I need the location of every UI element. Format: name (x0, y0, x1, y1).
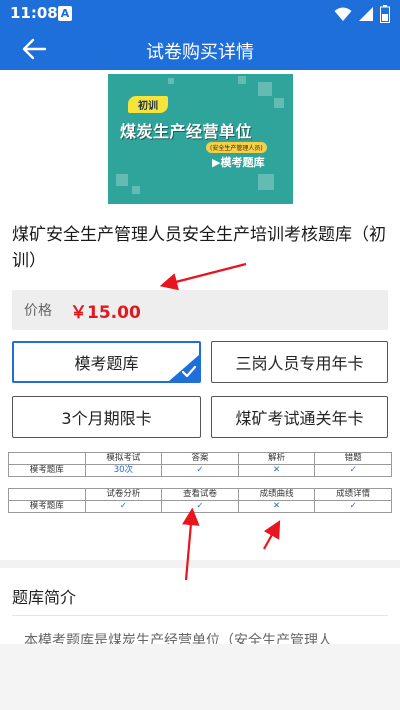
feature-table-1: 模拟考试 答案 解析 错题 模考题库 30次 ✓ ✕ ✓ (8, 452, 392, 477)
option-three-post-annual-card[interactable]: 三岗人员专用年卡 (211, 341, 388, 383)
battery-icon (380, 5, 390, 23)
cover-tag: 初训 (128, 96, 168, 113)
table-header-row: 试卷分析 查看试卷 成绩曲线 成绩详情 (8, 488, 392, 501)
bottom-panel (0, 644, 400, 710)
option-label: 三岗人员专用年卡 (235, 354, 364, 373)
cross-icon: ✕ (237, 500, 316, 513)
table-header-cell (8, 488, 86, 501)
table-row: 模考题库 ✓ ✓ ✕ ✓ (8, 500, 392, 513)
price-label: 价格 (24, 303, 52, 319)
status-time: 11:08 (10, 4, 58, 22)
table-header-cell: 试卷分析 (84, 488, 163, 501)
cover-subtitle: (安全生产管理人员) (206, 142, 267, 153)
option-label: 3个月期限卡 (61, 409, 152, 428)
table-header-cell: 答案 (161, 452, 239, 465)
wifi-icon (334, 7, 352, 21)
table-cell: 30次 (84, 464, 163, 477)
check-icon: ✓ (314, 464, 392, 477)
cover-image: 初训 煤炭生产经营单位 (安全生产管理人员) ▶模考题库 (108, 74, 293, 204)
price-box: 价格 ￥15.00 (12, 290, 388, 330)
status-bar: 11:08 A (0, 0, 400, 28)
check-icon: ✓ (314, 500, 392, 513)
table-header-cell: 成绩详情 (314, 488, 392, 501)
annotation-arrow-view-paper (182, 507, 200, 581)
cover-title: 煤炭生产经营单位 (120, 122, 253, 141)
page-title: 试卷购买详情 (146, 42, 254, 63)
product-title: 煤矿安全生产管理人员安全生产培训考核题库（初训） (12, 225, 386, 271)
table-header-cell: 模拟考试 (84, 452, 163, 465)
check-icon: ✓ (161, 464, 239, 477)
signal-icon (359, 7, 373, 21)
table-header-cell: 查看试卷 (161, 488, 239, 501)
check-icon: ✓ (84, 500, 163, 513)
section-divider (0, 560, 400, 568)
intro-section-title: 题库简介 (12, 588, 77, 607)
table-header-row: 模拟考试 答案 解析 错题 (8, 452, 392, 465)
table-header-cell: 解析 (237, 452, 316, 465)
option-mock-exam[interactable]: 模考题库 (12, 341, 201, 383)
table-cell: 模考题库 (8, 500, 86, 513)
selected-check-icon (169, 355, 199, 381)
option-label: 模考题库 (74, 354, 139, 373)
check-icon: ✓ (161, 500, 239, 513)
table-cell: 模考题库 (8, 464, 86, 477)
table-header-cell (8, 452, 86, 465)
app-bar: 试卷购买详情 (0, 28, 400, 70)
section-line (12, 615, 388, 616)
table-row: 模考题库 30次 ✓ ✕ ✓ (8, 464, 392, 477)
option-coal-mine-annual-card[interactable]: 煤矿考试通关年卡 (211, 396, 388, 438)
table-header-cell: 错题 (314, 452, 392, 465)
status-icons (334, 5, 390, 23)
cross-icon: ✕ (237, 464, 316, 477)
option-3-month-card[interactable]: 3个月期限卡 (12, 396, 201, 438)
price-value: ￥15.00 (70, 302, 141, 323)
feature-table-2: 试卷分析 查看试卷 成绩曲线 成绩详情 模考题库 ✓ ✓ ✕ ✓ (8, 488, 392, 513)
table-header-cell: 成绩曲线 (237, 488, 316, 501)
annotation-arrow-score-curve (263, 520, 281, 550)
cover-exam-label: ▶模考题库 (212, 156, 265, 169)
option-label: 煤矿考试通关年卡 (235, 409, 364, 428)
notification-a-icon: A (58, 6, 72, 21)
